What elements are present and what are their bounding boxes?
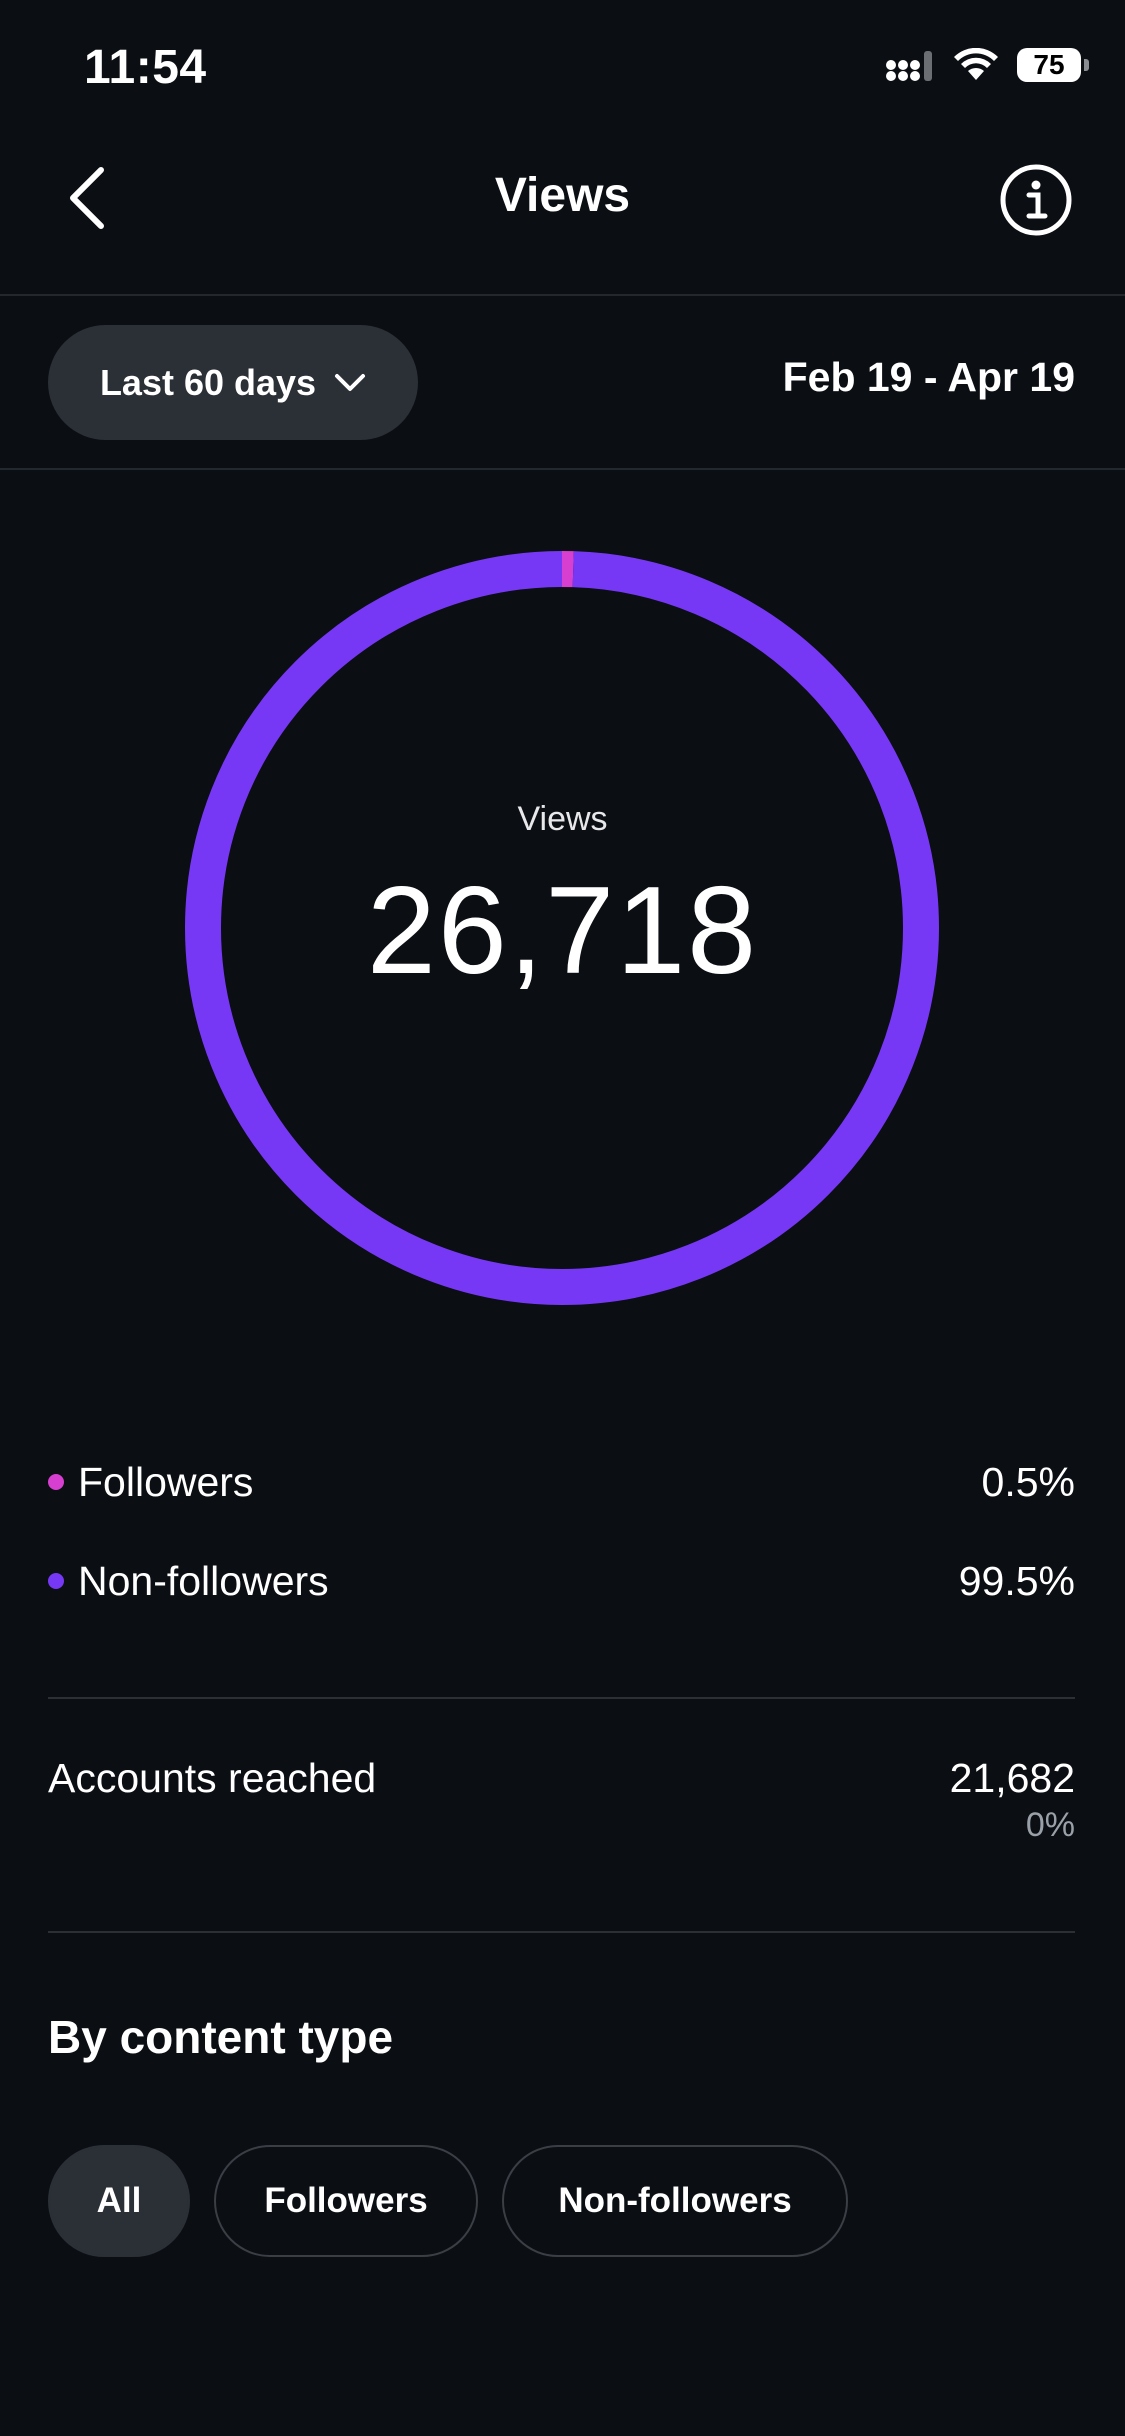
status-icons: 75 xyxy=(885,48,1089,82)
legend-row-non-followers: Non-followers 99.5% xyxy=(48,1551,1075,1611)
date-range-text: Feb 19 - Apr 19 xyxy=(782,354,1075,400)
info-button[interactable] xyxy=(998,162,1074,238)
views-total-value: 26,718 xyxy=(366,862,759,1000)
section-divider-2 xyxy=(48,1931,1075,1933)
info-icon xyxy=(1000,164,1072,236)
date-range-label: Last 60 days xyxy=(99,361,317,403)
content-type-title: By content type xyxy=(48,2011,394,2063)
section-divider-1 xyxy=(48,1697,1075,1699)
accounts-reached-row: Accounts reached 21,682 0% xyxy=(48,1755,1075,1845)
chevron-down-icon xyxy=(335,373,366,391)
legend-row-followers: Followers 0.5% xyxy=(48,1452,1075,1512)
cellular-signal-icon xyxy=(886,51,932,81)
legend-value-non-followers: 99.5% xyxy=(958,1557,1075,1604)
followers-dot-icon xyxy=(48,1474,64,1490)
filter-divider xyxy=(0,468,1125,470)
date-range-dropdown[interactable]: Last 60 days xyxy=(48,325,418,440)
page-title: Views xyxy=(494,169,631,222)
accounts-reached-label: Accounts reached xyxy=(48,1755,377,1801)
ring-center-label: Views xyxy=(517,800,608,838)
filter-chip-followers[interactable]: Followers xyxy=(214,2145,478,2257)
legend-label-non-followers: Non-followers xyxy=(78,1557,329,1604)
status-time: 11:54 xyxy=(84,41,207,94)
filter-chip-non-followers[interactable]: Non-followers xyxy=(502,2145,848,2257)
legend-label-followers: Followers xyxy=(78,1458,254,1505)
accounts-reached-change: 0% xyxy=(1025,1806,1075,1844)
legend-value-followers: 0.5% xyxy=(981,1458,1075,1505)
battery-level: 75 xyxy=(1033,49,1065,80)
non-followers-dot-icon xyxy=(48,1573,64,1589)
filter-chip-all[interactable]: All xyxy=(48,2145,190,2257)
header-divider xyxy=(0,294,1125,296)
content-type-filters: All Followers Non-followers xyxy=(48,2145,848,2257)
battery-icon: 75 xyxy=(1017,48,1089,82)
wifi-icon xyxy=(954,48,998,80)
accounts-reached-value: 21,682 xyxy=(949,1755,1075,1801)
